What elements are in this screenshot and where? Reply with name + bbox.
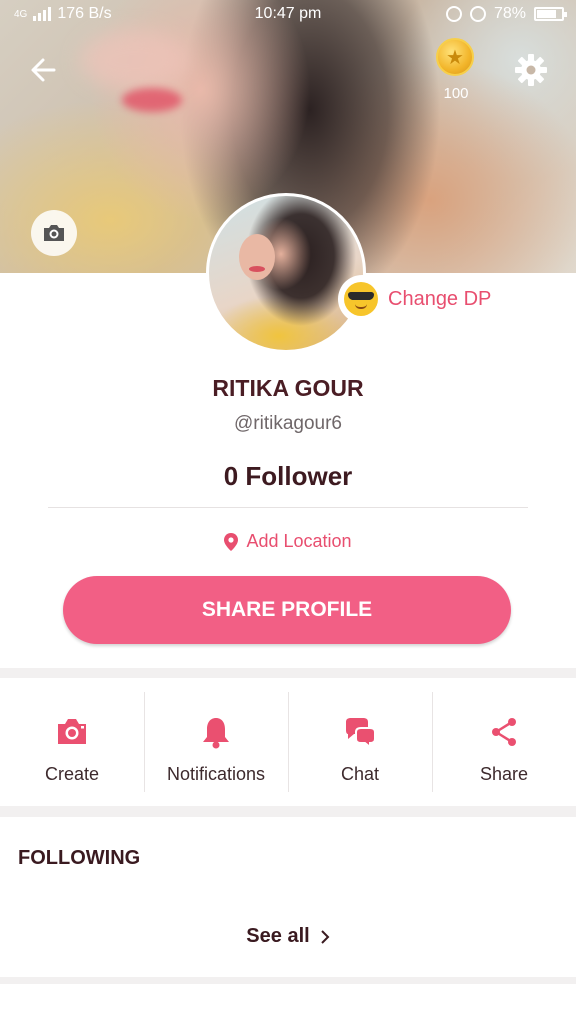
back-arrow-icon: [31, 58, 56, 82]
action-row: Create Notifications Chat Share: [0, 678, 576, 806]
change-dp-button[interactable]: Change DP: [338, 275, 508, 323]
profile-handle: @ritikagour6: [234, 413, 342, 434]
change-dp-label: Change DP: [388, 287, 492, 310]
change-cover-button[interactable]: [31, 210, 77, 256]
avatar-face: [239, 234, 275, 280]
avatar[interactable]: [206, 193, 366, 353]
add-location-label: Add Location: [246, 531, 352, 551]
cover-photo-detail: [80, 30, 190, 90]
location-pin-icon: [224, 532, 239, 551]
chevron-right-icon: [320, 929, 330, 944]
create-label: Create: [44, 764, 100, 784]
cover-photo-detail-lips: [122, 88, 182, 112]
share-profile-button[interactable]: SHARE PROFILE: [63, 576, 511, 644]
bottom-section: [0, 984, 576, 1024]
profile-name: RITIKA GOUR: [212, 375, 364, 401]
sunglasses-emoji-icon: [344, 282, 378, 316]
battery-percent: 78%: [493, 5, 526, 22]
add-location-link[interactable]: Add Location: [0, 531, 576, 552]
follower-count[interactable]: 0 Follower: [0, 461, 576, 492]
following-title: FOLLOWING: [18, 847, 141, 869]
back-button[interactable]: [26, 52, 62, 88]
status-bar: 4G 176 B/s 10:47 pm 78%: [0, 0, 576, 30]
share-icon: [492, 718, 516, 746]
chat-bubbles-icon: [346, 718, 376, 750]
coin-count: 100: [443, 85, 469, 102]
following-section: FOLLOWING See all: [0, 817, 576, 977]
coin-icon[interactable]: ★: [436, 38, 474, 76]
bell-icon: [203, 718, 229, 749]
see-all-label: See all: [246, 925, 310, 947]
chat-label: Chat: [340, 764, 380, 784]
battery-fill: [537, 10, 556, 18]
alarm-icon: [469, 6, 486, 22]
see-all-link[interactable]: See all: [0, 925, 576, 948]
share-label: Share: [479, 764, 529, 784]
create-button[interactable]: Create: [0, 678, 144, 806]
camera-icon: [58, 719, 86, 744]
data-saver-icon: [445, 6, 462, 22]
status-bar-right: 78%: [445, 5, 567, 23]
chat-button[interactable]: Chat: [288, 678, 432, 806]
notifications-button[interactable]: Notifications: [144, 678, 288, 806]
settings-button[interactable]: [513, 52, 549, 88]
avatar-lips: [249, 266, 265, 272]
notifications-label: Notifications: [166, 764, 266, 784]
divider: [48, 507, 528, 508]
share-button[interactable]: Share: [432, 678, 576, 806]
battery-icon: [534, 7, 567, 21]
gear-icon: [515, 54, 547, 86]
camera-icon: [44, 225, 64, 241]
